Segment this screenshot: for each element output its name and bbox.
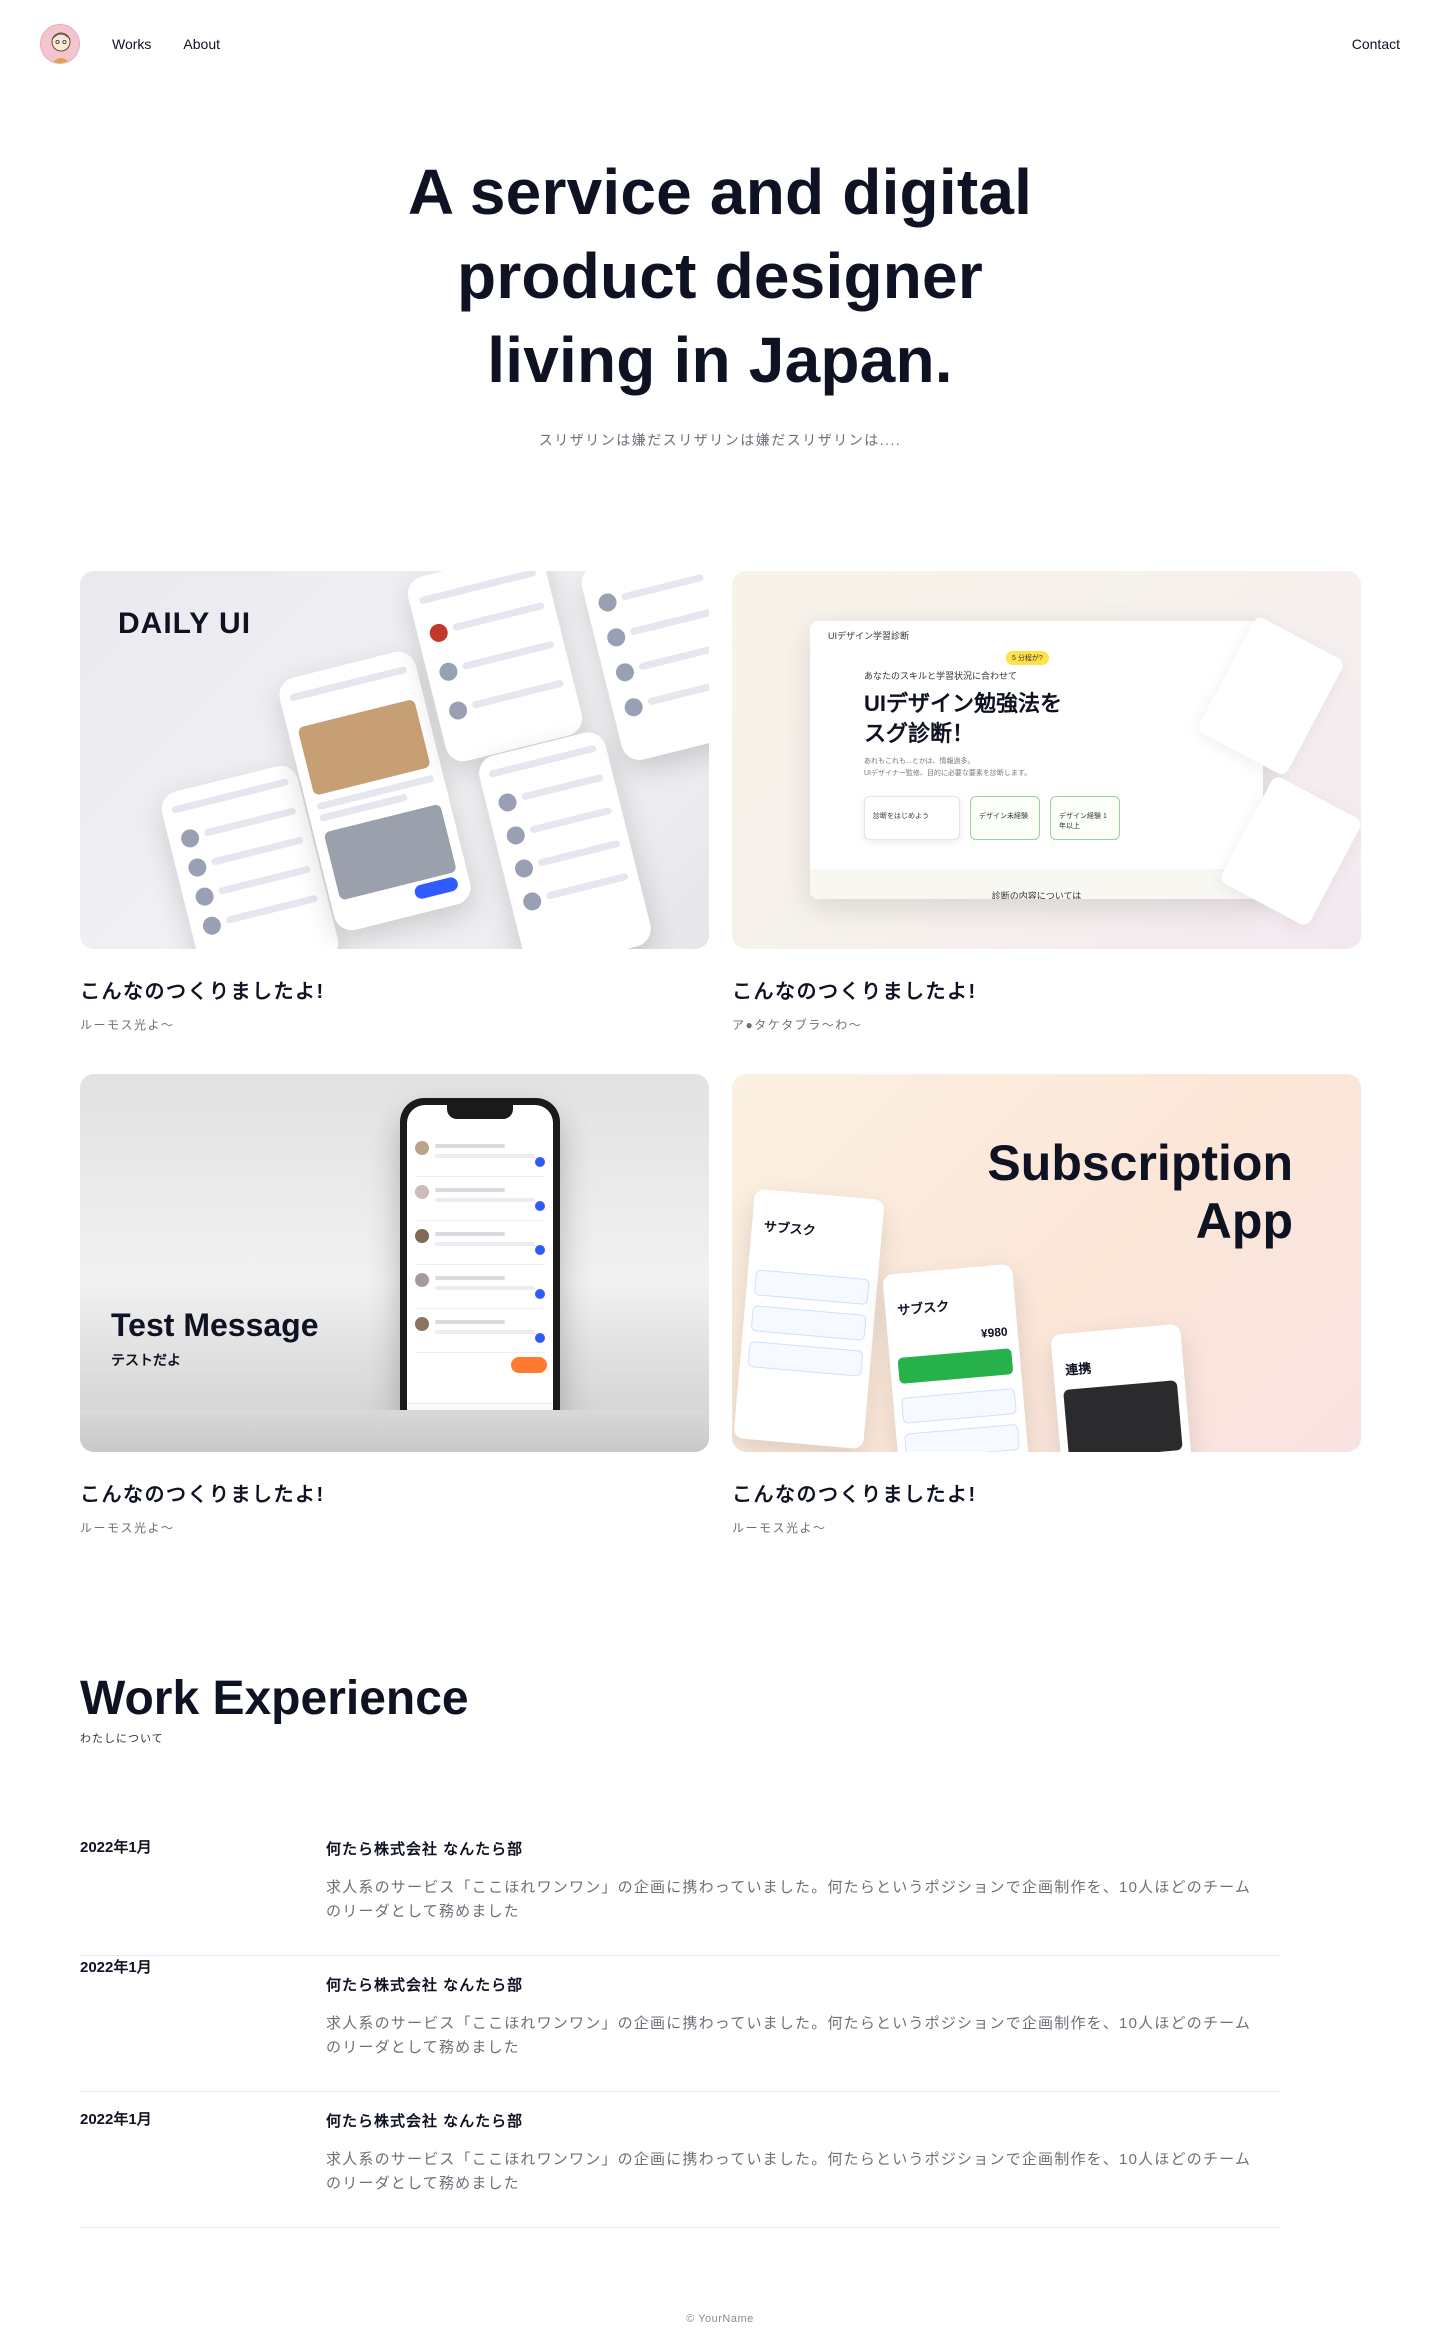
experience-description: 求人系のサービス「ここほれワンワン」の企画に携わっていました。何たらというポジシ… [326, 2151, 1252, 2192]
work-title[interactable]: こんなのつくりましたよ! [732, 975, 1361, 1004]
work-subtitle: ルーモス光よ〜 [80, 1521, 175, 1535]
panel-option-card: デザイン経験 1年以上 [1050, 796, 1120, 840]
thumb-label-line-2: App [1195, 1193, 1293, 1249]
work-thumbnail[interactable]: Subscription App サブスク サブスク ¥980 連携 [732, 1074, 1361, 1452]
thumb-sublabel: テストだよ [111, 1352, 181, 1368]
site-footer: © YourName [0, 2313, 1440, 2325]
hero-title-line-1: A service and digital [407, 156, 1033, 228]
sub-title-text: サブスク [896, 1298, 950, 1318]
experience-date: 2022年1月 [80, 1839, 152, 1856]
avatar[interactable] [40, 24, 80, 64]
panel-lead: あなたのスキルと学習状況に合わせて [864, 671, 1018, 681]
mock-phone: サブスク [733, 1188, 885, 1450]
mock-phone: サブスク ¥980 [882, 1263, 1032, 1452]
hero-title-line-3: living in Japan. [487, 324, 953, 396]
work-card-daily-ui[interactable]: DAILY UI こんなのつくりましたよ! ルーモス光よ〜 [80, 571, 709, 1033]
work-card-ui-diagnosis[interactable]: UIデザイン学習診断 5 分程が? あなたのスキルと学習状況に合わせて UIデザ… [732, 571, 1361, 1033]
panel-headline: UIデザイン勉強法を スグ診断！ [864, 689, 1062, 749]
copyright: © YourName [686, 2313, 754, 2325]
work-subtitle: ルーモス光よ〜 [80, 1018, 175, 1032]
nav-works[interactable]: Works [112, 36, 151, 52]
experience-date: 2022年1月 [80, 2111, 152, 2128]
panel-footer: 診断の内容については [810, 869, 1263, 899]
sub-title-text: サブスク [763, 1218, 817, 1239]
hero-title: A service and digital product designer l… [0, 150, 1440, 402]
experience-company: 何たら株式会社 なんたら部 [326, 2113, 524, 2130]
work-title[interactable]: こんなのつくりましたよ! [80, 1478, 709, 1507]
avatar-illustration-icon [41, 25, 79, 63]
experience-company: 何たら株式会社 なんたら部 [326, 1977, 524, 1994]
work-card-subscription-app[interactable]: Subscription App サブスク サブスク ¥980 連携 こんなのつ… [732, 1074, 1361, 1536]
panel-badge: 5 分程が? [1006, 651, 1049, 665]
site-header: Works About Contact [40, 20, 1400, 68]
sub-price: ¥980 [980, 1324, 1009, 1341]
work-thumbnail[interactable]: DAILY UI [80, 571, 709, 949]
panel-description-line-1: あれもこれも...とかは、情報過多。 [864, 758, 975, 765]
mock-phone: 連携 [1050, 1323, 1194, 1452]
experience-item: 2022年1月 何たら株式会社 なんたら部 求人系のサービス「ここほれワンワン」… [80, 2092, 1280, 2228]
work-thumbnail[interactable]: UIデザイン学習診断 5 分程が? あなたのスキルと学習状況に合わせて UIデザ… [732, 571, 1361, 949]
panel-headline-line-2: スグ診断！ [864, 721, 975, 746]
work-subtitle: ア●タケタブラ〜わ〜 [732, 1018, 863, 1032]
work-subtitle: ルーモス光よ〜 [732, 1521, 827, 1535]
mock-iphone [400, 1098, 560, 1432]
experience-list: 2022年1月 何たら株式会社 なんたら部 求人系のサービス「ここほれワンワン」… [80, 1836, 1280, 2228]
nav-about[interactable]: About [183, 36, 220, 52]
hero: A service and digital product designer l… [0, 150, 1440, 450]
thumb-label: DAILY UI [118, 607, 252, 640]
experience-item: 2022年1月 何たら株式会社 なんたら部 求人系のサービス「ここほれワンワン」… [80, 1836, 1280, 1956]
work-title[interactable]: こんなのつくりましたよ! [80, 975, 709, 1004]
experience-date: 2022年1月 [80, 1959, 152, 1976]
hero-subtitle: スリザリンは嫌だスリザリンは嫌だスリザリンは.... [538, 432, 902, 448]
work-title[interactable]: こんなのつくりましたよ! [732, 1478, 1361, 1507]
panel-headline-line-1: UIデザイン勉強法を [864, 691, 1063, 716]
nav-contact[interactable]: Contact [1352, 36, 1400, 52]
work-card-test-message[interactable]: Test Message テストだよ こんなのつくりましたよ! ルーモス光よ〜 [80, 1074, 709, 1536]
panel-option-card: デザイン未経験 [970, 796, 1040, 840]
panel-header: UIデザイン学習診断 [828, 631, 910, 641]
section-subtitle: わたしについて [80, 1733, 164, 1745]
mock-web-panel: UIデザイン学習診断 5 分程が? あなたのスキルと学習状況に合わせて UIデザ… [810, 621, 1263, 899]
thumb-label: Subscription App [987, 1134, 1293, 1250]
mock-phone [475, 728, 655, 949]
panel-start-card: 診断をはじめよう [864, 796, 960, 840]
work-experience-section: Work Experience わたしについて 2022年1月 何たら株式会社 … [80, 1670, 1280, 2228]
panel-description-line-2: UIデザイナー監修、目的に必要な要素を診断します。 [864, 770, 1032, 777]
experience-description: 求人系のサービス「ここほれワンワン」の企画に携わっていました。何たらというポジシ… [326, 1879, 1252, 1920]
renkei-text: 連携 [1064, 1360, 1092, 1378]
experience-item: 2022年1月 何たら株式会社 なんたら部 求人系のサービス「ここほれワンワン」… [80, 1956, 1280, 2092]
experience-description: 求人系のサービス「ここほれワンワン」の企画に携わっていました。何たらというポジシ… [326, 2015, 1252, 2056]
hero-title-line-2: product designer [457, 240, 983, 312]
thumb-label-line-1: Subscription [987, 1135, 1293, 1191]
experience-company: 何たら株式会社 なんたら部 [326, 1841, 524, 1858]
thumb-label: Test Message [111, 1307, 319, 1343]
panel-description: あれもこれも...とかは、情報過多。 UIデザイナー監修、目的に必要な要素を診断… [864, 756, 1031, 780]
section-title: Work Experience [80, 1672, 469, 1725]
work-thumbnail[interactable]: Test Message テストだよ [80, 1074, 709, 1452]
